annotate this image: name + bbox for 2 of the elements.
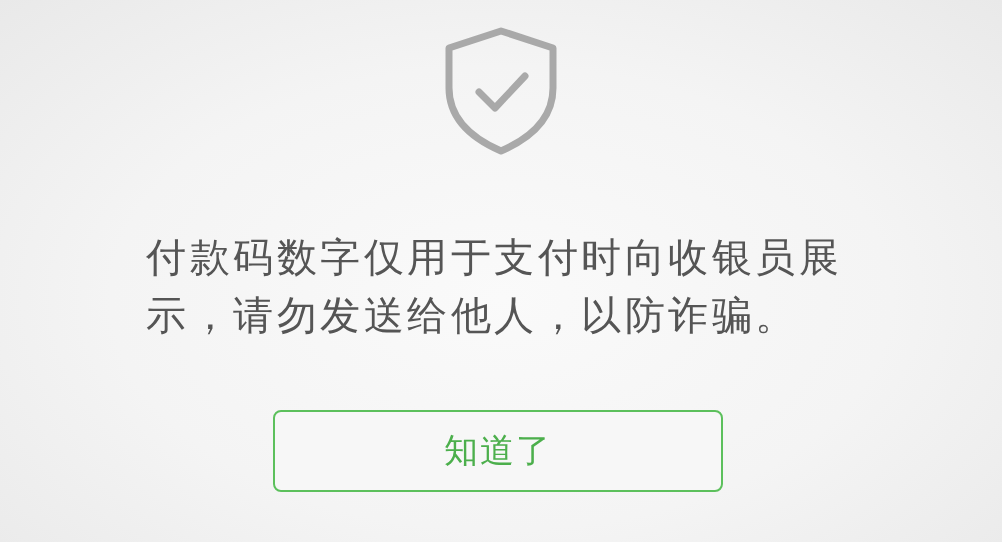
got-it-button[interactable]: 知道了 [273,410,723,492]
warning-message: 付款码数字仅用于支付时向收银员展示，请勿发送给他人，以防诈骗。 [145,233,843,340]
